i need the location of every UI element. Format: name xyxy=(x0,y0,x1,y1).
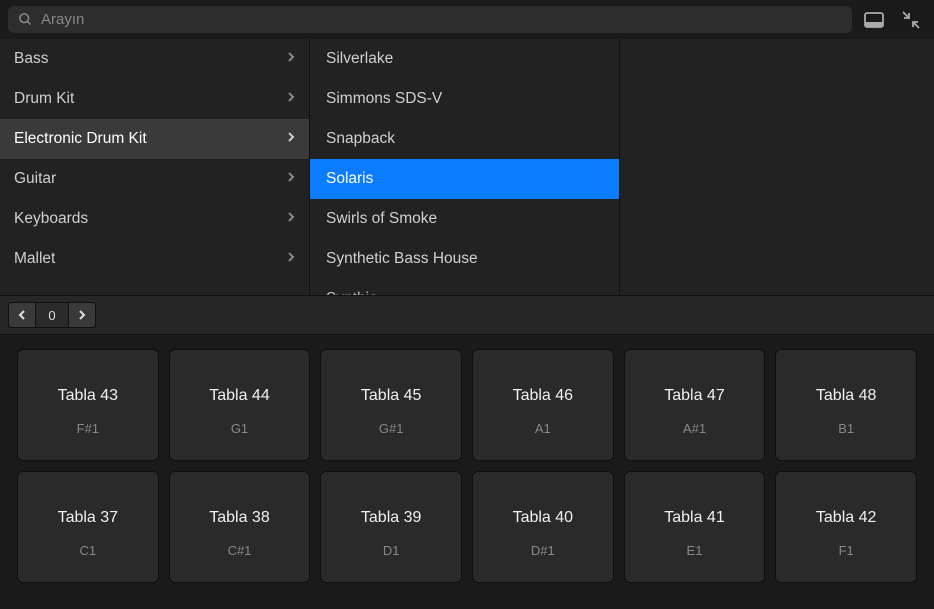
preset-list[interactable]: Silverlake Simmons SDS-V Snapback Solaris Sw… xyxy=(310,39,620,295)
category-list[interactable]: Bass Drum Kit Electronic Drum Kit Guitar Key… xyxy=(0,39,310,295)
preset-item[interactable]: Swirls of Smoke xyxy=(310,199,619,239)
pad-note: C#1 xyxy=(228,543,252,558)
pad-title: Tabla 44 xyxy=(209,387,270,405)
browser-panel: Bass Drum Kit Electronic Drum Kit Guitar Key… xyxy=(0,39,934,295)
preset-label: Swirls of Smoke xyxy=(326,210,437,228)
pad-title: Tabla 46 xyxy=(513,387,574,405)
pad-title: Tabla 38 xyxy=(209,509,270,527)
chevron-right-icon xyxy=(287,250,295,268)
chevron-right-icon xyxy=(287,130,295,148)
drum-pad[interactable]: Tabla 47 A#1 xyxy=(624,349,766,461)
pad-note: E1 xyxy=(687,543,703,558)
pad-title: Tabla 45 xyxy=(361,387,422,405)
drum-pad[interactable]: Tabla 40 D#1 xyxy=(472,471,614,583)
category-item[interactable]: Keyboards xyxy=(0,199,309,239)
pad-title: Tabla 47 xyxy=(664,387,725,405)
pad-title: Tabla 39 xyxy=(361,509,422,527)
drum-pad[interactable]: Tabla 37 C1 xyxy=(17,471,159,583)
category-label: Electronic Drum Kit xyxy=(14,130,147,148)
preset-label: Solaris xyxy=(326,170,373,188)
pad-title: Tabla 42 xyxy=(816,509,877,527)
pad-note: B1 xyxy=(838,421,854,436)
preset-item[interactable]: Solaris xyxy=(310,159,619,199)
pad-grid: Tabla 43 F#1 Tabla 44 G1 Tabla 45 G#1 Tabla 46… xyxy=(17,349,917,583)
preset-label: Synthetic Bass House xyxy=(326,250,478,268)
panel-icon xyxy=(864,12,884,28)
page-navigator: 0 xyxy=(0,295,934,335)
category-label: Bass xyxy=(14,50,48,68)
drum-pad[interactable]: Tabla 38 C#1 xyxy=(169,471,311,583)
drum-pad[interactable]: Tabla 39 D1 xyxy=(320,471,462,583)
pad-note: F1 xyxy=(839,543,854,558)
pad-note: A#1 xyxy=(683,421,706,436)
category-label: Keyboards xyxy=(14,210,88,228)
chevron-right-icon xyxy=(287,90,295,108)
pad-note: G#1 xyxy=(379,421,404,436)
preset-item[interactable]: Synthetic Bass House xyxy=(310,239,619,279)
preset-label: Snapback xyxy=(326,130,395,148)
chevron-right-icon xyxy=(287,50,295,68)
collapse-icon xyxy=(902,11,920,29)
chevron-right-icon xyxy=(287,210,295,228)
top-bar xyxy=(0,0,934,39)
category-item[interactable]: Bass xyxy=(0,39,309,79)
category-item[interactable]: Guitar xyxy=(0,159,309,199)
search-field-wrap[interactable] xyxy=(8,6,852,33)
pad-note: G1 xyxy=(231,421,248,436)
preset-item[interactable]: Synthie xyxy=(310,279,619,295)
preset-label: Simmons SDS-V xyxy=(326,90,442,108)
pad-area: Tabla 43 F#1 Tabla 44 G1 Tabla 45 G#1 Tabla 46… xyxy=(0,335,934,597)
pad-note: D#1 xyxy=(531,543,555,558)
chevron-right-icon xyxy=(78,308,86,323)
browser-empty-column xyxy=(620,39,934,295)
pad-note: C1 xyxy=(80,543,97,558)
drum-pad[interactable]: Tabla 44 G1 xyxy=(169,349,311,461)
category-item[interactable]: Electronic Drum Kit xyxy=(0,119,309,159)
collapse-button[interactable] xyxy=(902,11,920,29)
drum-pad[interactable]: Tabla 45 G#1 xyxy=(320,349,462,461)
category-label: Guitar xyxy=(14,170,56,188)
drum-pad[interactable]: Tabla 46 A1 xyxy=(472,349,614,461)
pad-note: F#1 xyxy=(77,421,99,436)
preset-item[interactable]: Silverlake xyxy=(310,39,619,79)
drum-pad[interactable]: Tabla 42 F1 xyxy=(775,471,917,583)
drum-pad[interactable]: Tabla 41 E1 xyxy=(624,471,766,583)
drum-pad[interactable]: Tabla 43 F#1 xyxy=(17,349,159,461)
pad-title: Tabla 48 xyxy=(816,387,877,405)
pad-title: Tabla 40 xyxy=(513,509,574,527)
category-label: Drum Kit xyxy=(14,90,74,108)
chevron-left-icon xyxy=(18,308,26,323)
page-number: 0 xyxy=(36,302,68,328)
preset-item[interactable]: Snapback xyxy=(310,119,619,159)
preset-label: Synthie xyxy=(326,290,378,295)
search-icon xyxy=(18,12,33,27)
pad-note: D1 xyxy=(383,543,400,558)
pad-title: Tabla 41 xyxy=(664,509,725,527)
pad-title: Tabla 43 xyxy=(58,387,119,405)
category-item[interactable]: Drum Kit xyxy=(0,79,309,119)
pad-title: Tabla 37 xyxy=(58,509,119,527)
category-item[interactable]: Mallet xyxy=(0,239,309,279)
preset-label: Silverlake xyxy=(326,50,393,68)
page-next-button[interactable] xyxy=(68,302,96,328)
pad-note: A1 xyxy=(535,421,551,436)
drum-pad[interactable]: Tabla 48 B1 xyxy=(775,349,917,461)
chevron-right-icon xyxy=(287,170,295,188)
preset-item[interactable]: Simmons SDS-V xyxy=(310,79,619,119)
search-input[interactable] xyxy=(41,11,842,28)
panel-toggle-button[interactable] xyxy=(864,12,884,28)
category-label: Mallet xyxy=(14,250,55,268)
top-right-controls xyxy=(864,11,926,29)
page-prev-button[interactable] xyxy=(8,302,36,328)
